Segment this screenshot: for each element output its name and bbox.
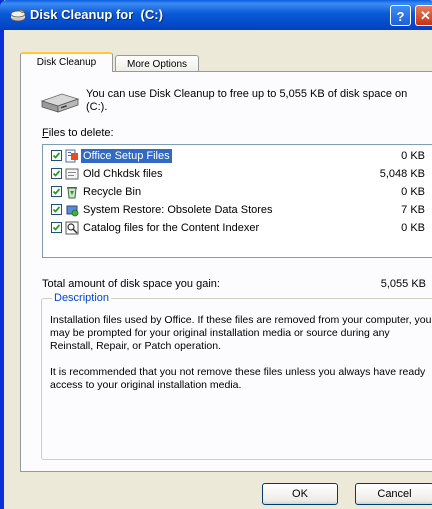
files-to-delete-label: Files to delete: [42,127,114,139]
list-item-office-setup-files[interactable]: Office Setup Files 0 KB [51,148,431,164]
description-text: Installation files used by Office. If th… [50,314,432,405]
file-name: Old Chkdsk files [83,168,163,180]
disk-cleanup-icon [10,8,26,22]
file-name: System Restore: Obsolete Data Stores [83,204,273,216]
system-restore-icon [65,203,79,217]
hard-disk-icon [40,92,80,114]
files-label-accesskey: F [42,127,49,139]
checkbox[interactable] [51,150,62,161]
checkbox[interactable] [51,204,62,215]
catalog-icon [65,221,79,235]
office-setup-icon [65,149,79,163]
file-name: Recycle Bin [83,186,142,198]
files-to-delete-list[interactable]: Office Setup Files 0 KB Old Chkdsk files… [42,144,432,258]
checkbox[interactable] [51,186,62,197]
description-paragraph: Installation files used by Office. If th… [50,314,432,352]
description-legend: Description [52,292,112,304]
intro-text: You can use Disk Cleanup to free up to 5… [86,88,408,113]
file-size: 0 KB [401,222,425,234]
total-space-label: Total amount of disk space you gain: [42,278,220,290]
ok-button[interactable]: OK [262,483,338,505]
tab-disk-cleanup[interactable]: Disk Cleanup [20,52,113,72]
checkbox[interactable] [51,168,62,179]
file-name: Catalog files for the Content Indexer [83,222,260,234]
file-size: 0 KB [401,186,425,198]
file-size: 7 KB [401,204,425,216]
files-label-rest: iles to delete: [48,127,114,139]
close-button[interactable]: ✕ [415,5,432,26]
help-button[interactable]: ? [390,5,411,26]
description-paragraph: It is recommended that you not remove th… [50,366,426,391]
title-bar[interactable]: Disk Cleanup for (C:) ? ✕ [0,0,432,30]
list-item-system-restore[interactable]: System Restore: Obsolete Data Stores 7 K… [51,202,431,218]
file-size: 0 KB [401,150,425,162]
cancel-button[interactable]: Cancel [355,483,432,505]
list-item-old-chkdsk-files[interactable]: Old Chkdsk files 5,048 KB [51,166,431,182]
checkbox[interactable] [51,222,62,233]
list-item-recycle-bin[interactable]: Recycle Bin 0 KB [51,184,431,200]
file-name: Office Setup Files [81,149,172,163]
window-title: Disk Cleanup for (C:) [30,7,163,22]
total-space-value: 5,055 KB [380,278,426,290]
file-icon [65,167,79,181]
recycle-bin-icon [65,185,79,199]
list-item-catalog-files[interactable]: Catalog files for the Content Indexer 0 … [51,220,431,236]
disk-cleanup-window: Disk Cleanup for (C:) ? ✕ Disk Cleanup M… [0,0,432,509]
file-size: 5,048 KB [379,168,425,180]
